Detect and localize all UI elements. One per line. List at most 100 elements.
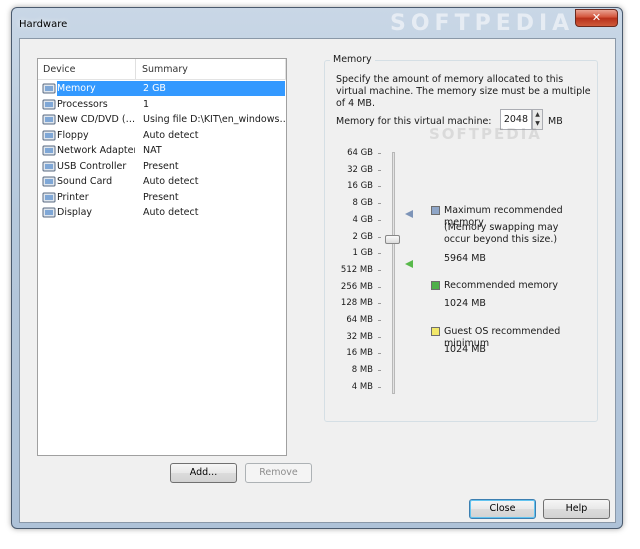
device-row-6[interactable]: Sound Card Auto detect: [40, 174, 286, 189]
device-row-1[interactable]: Processors 1: [40, 97, 286, 112]
add-button[interactable]: Add...: [170, 463, 237, 483]
device-name: Sound Card: [57, 176, 113, 187]
device-name: Memory: [57, 81, 135, 96]
close-icon: ✕: [591, 11, 602, 24]
device-name: Processors: [57, 98, 108, 110]
memory-description: Specify the amount of memory allocated t…: [336, 74, 591, 109]
scale-label: 4 MB: [351, 381, 373, 392]
recommended-label: Recommended memory: [444, 280, 559, 291]
recommended-swatch: [431, 281, 440, 290]
device-name: Printer: [57, 191, 89, 203]
cd-dvd-icon: [42, 113, 56, 126]
device-row-5[interactable]: USB Controller Present: [40, 159, 286, 174]
network-adapter-icon: [42, 144, 56, 157]
scale-tick: [378, 286, 381, 288]
scale-label: 512 MB: [340, 264, 373, 275]
display-icon: [42, 206, 56, 219]
scale-tick: [378, 236, 381, 238]
scale-tick: [378, 353, 381, 355]
column-header-device[interactable]: Device: [43, 64, 76, 75]
device-row-8[interactable]: Display Auto detect: [40, 205, 286, 220]
spin-up-icon[interactable]: ▲: [533, 110, 542, 119]
device-name: New CD/DVD (…: [57, 114, 135, 125]
device-row-0[interactable]: Memory 2 GB: [40, 81, 286, 96]
guest-min-swatch: [431, 327, 440, 336]
memory-slider-thumb[interactable]: [385, 235, 400, 244]
hardware-dialog: Hardware SOFTPEDIA ✕ Device Summary Memo…: [11, 7, 623, 529]
column-separator[interactable]: [285, 59, 286, 79]
device-name: Display: [57, 207, 93, 218]
device-row-7[interactable]: Printer Present: [40, 190, 286, 205]
scale-label: 64 GB: [347, 148, 373, 158]
scale-label: 8 MB: [351, 365, 373, 376]
scale-label: 16 MB: [346, 348, 373, 359]
device-summary: NAT: [143, 145, 162, 156]
device-summary: Present: [143, 160, 179, 172]
scale-tick: [378, 219, 381, 221]
title-bar[interactable]: Hardware SOFTPEDIA ✕: [12, 8, 622, 38]
scale-tick: [378, 186, 381, 188]
max-recommended-swatch: [431, 206, 440, 215]
guest-min-value: 1024 MB: [444, 344, 486, 355]
help-button[interactable]: Help: [543, 499, 610, 519]
recommended-marker-icon: [405, 260, 413, 268]
device-name: Floppy: [57, 129, 89, 141]
scale-label: 64 MB: [346, 315, 373, 325]
memory-slider-track[interactable]: [392, 152, 395, 394]
scale-label: 128 MB: [340, 298, 373, 309]
scale-label: 256 MB: [340, 281, 373, 292]
sound-card-icon: [42, 175, 56, 188]
scale-tick: [378, 269, 381, 271]
device-summary: Auto detect: [143, 176, 199, 187]
scale-label: 32 GB: [347, 164, 373, 175]
device-summary: 1: [143, 98, 150, 110]
device-summary: Auto detect: [143, 207, 199, 218]
scale-tick: [378, 203, 381, 205]
scale-label: 32 MB: [346, 331, 373, 342]
device-summary: Present: [143, 191, 179, 203]
scale-label: 2 GB: [352, 231, 373, 242]
device-row-2[interactable]: New CD/DVD (… Using file D:\KIT\en_window…: [40, 112, 286, 127]
floppy-icon: [42, 129, 56, 142]
remove-button[interactable]: Remove: [245, 463, 312, 483]
window-close-button[interactable]: ✕: [575, 9, 618, 27]
scale-tick: [378, 320, 381, 321]
device-row-3[interactable]: Floppy Auto detect: [40, 128, 286, 143]
device-summary: 2 GB: [135, 81, 285, 96]
max-recommended-marker-icon: [405, 210, 413, 218]
device-name: USB Controller: [57, 160, 127, 172]
memory-unit-label: MB: [548, 116, 563, 127]
printer-icon: [42, 191, 56, 204]
title-watermark: SOFTPEDIA: [390, 11, 575, 36]
scale-tick: [378, 253, 381, 255]
scale-label: 8 GB: [352, 198, 373, 209]
list-header: Device Summary: [38, 59, 286, 80]
memory-icon: [42, 82, 56, 95]
device-row-4[interactable]: Network Adapter NAT: [40, 143, 286, 158]
device-list[interactable]: Device Summary Memory 2 GB Processors 1 New …: [37, 58, 287, 456]
scale-tick: [378, 386, 381, 388]
scale-label: 16 GB: [347, 181, 373, 192]
content-watermark: SOFTPEDIA: [429, 125, 542, 143]
scale-label: 1 GB: [352, 248, 373, 259]
recommended-value: 1024 MB: [444, 298, 486, 309]
dialog-body: Device Summary Memory 2 GB Processors 1 New …: [19, 38, 616, 523]
device-name: Network Adapter: [57, 145, 135, 156]
device-summary: Using file D:\KIT\en_windows…: [143, 114, 285, 125]
scale-tick: [378, 153, 381, 154]
scale-label: 4 GB: [352, 214, 373, 225]
window-title: Hardware: [19, 19, 68, 30]
scale-tick: [378, 370, 381, 372]
close-button[interactable]: Close: [469, 499, 536, 519]
scale-tick: [378, 336, 381, 338]
column-separator[interactable]: [135, 59, 136, 79]
scale-tick: [378, 169, 381, 171]
processor-icon: [42, 98, 56, 111]
device-summary: Auto detect: [143, 129, 199, 141]
max-recommended-note: (Memory swapping may occur beyond this s…: [444, 222, 559, 245]
scale-tick: [378, 303, 381, 305]
max-recommended-value: 5964 MB: [444, 253, 486, 264]
column-header-summary[interactable]: Summary: [142, 64, 188, 75]
usb-icon: [42, 160, 56, 173]
memory-group: Memory Specify the amount of memory allo…: [324, 54, 598, 422]
